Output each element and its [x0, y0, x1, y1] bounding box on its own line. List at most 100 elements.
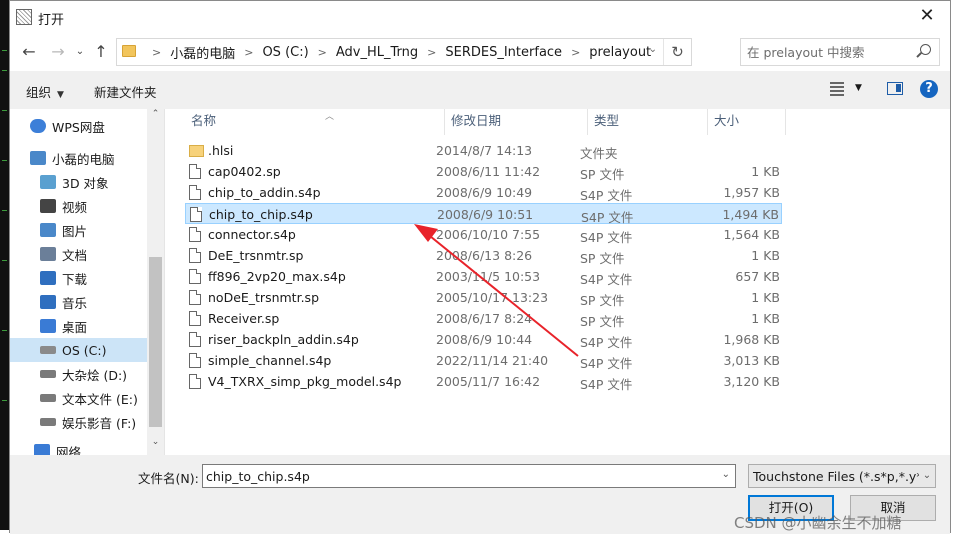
os-drive-icon — [40, 346, 56, 354]
search-input[interactable] — [747, 43, 912, 61]
network-icon — [34, 444, 50, 455]
file-type: S4P 文件 — [580, 335, 633, 350]
file-type: SP 文件 — [580, 167, 625, 182]
nav-item-label: 视频 — [62, 199, 88, 215]
nav-item[interactable]: 图片 — [10, 218, 147, 242]
scroll-down-icon[interactable]: ⌄ — [147, 437, 164, 447]
nav-item[interactable]: 音乐 — [10, 290, 147, 314]
file-name: ff896_2vp20_max.s4p — [208, 269, 346, 284]
file-icon — [189, 269, 201, 284]
file-type: SP 文件 — [580, 251, 625, 266]
file-name: chip_to_addin.s4p — [208, 185, 321, 200]
nav-item-label: 大杂烩 (D:) — [62, 367, 128, 383]
file-row[interactable]: chip_to_addin.s4p 2008/6/9 10:49 S4P 文件 1,9… — [185, 182, 782, 203]
up-button[interactable]: ↑ — [90, 42, 112, 62]
file-date: 2005/10/17 13:23 — [436, 290, 549, 305]
drive-icon — [40, 418, 56, 426]
file-row[interactable]: noDeE_trsnmtr.sp 2005/10/17 13:23 SP 文件 1 K… — [185, 287, 782, 308]
help-icon[interactable]: ? — [920, 80, 938, 98]
document-icon — [40, 247, 56, 261]
chevron-right-icon[interactable]: > — [318, 46, 327, 59]
nav-item[interactable]: 文本文件 (E:) — [10, 386, 147, 410]
nav-item[interactable]: 3D 对象 — [10, 170, 147, 194]
search-icon[interactable] — [920, 44, 931, 55]
nav-item[interactable]: 文档 — [10, 242, 147, 266]
nav-item[interactable]: 视频 — [10, 194, 147, 218]
nav-item[interactable]: 桌面 — [10, 314, 147, 338]
filename-input[interactable] — [206, 468, 706, 484]
file-row[interactable]: V4_TXRX_simp_pkg_model.s4p 2005/11/7 16:4… — [185, 371, 782, 392]
nav-item-label: 小磊的电脑 — [52, 151, 115, 167]
file-row[interactable]: simple_channel.s4p 2022/11/14 21:40 S4P 文件… — [185, 350, 782, 371]
refresh-button[interactable]: ↻ — [663, 39, 691, 65]
file-row[interactable]: chip_to_chip.s4p 2008/6/9 10:51 S4P 文件 1,49… — [185, 203, 782, 225]
column-date[interactable]: 修改日期 — [445, 109, 588, 135]
scroll-up-icon[interactable]: ⌃ — [147, 109, 164, 119]
app-icon — [16, 9, 32, 25]
file-icon — [189, 185, 201, 200]
file-row[interactable]: cap0402.sp 2008/6/11 11:42 SP 文件 1 KB — [185, 161, 782, 182]
back-button[interactable]: ← — [18, 42, 40, 62]
filename-combobox[interactable]: ⌄ — [202, 464, 736, 488]
breadcrumb-adv-hl-trng[interactable]: Adv_HL_Trng — [336, 45, 418, 60]
chevron-right-icon[interactable]: > — [427, 46, 436, 59]
nav-item[interactable]: WPS网盘 — [10, 114, 147, 138]
nav-item[interactable]: 娱乐影音 (F:) — [10, 410, 147, 434]
column-type[interactable]: 类型 — [588, 109, 708, 135]
file-row[interactable]: riser_backpln_addin.s4p 2008/6/9 10:44 S4P… — [185, 329, 782, 350]
file-size: 3,013 KB — [723, 353, 780, 368]
filename-label: 文件名(N): — [138, 471, 199, 486]
desktop-icon — [40, 319, 56, 333]
nav-item[interactable]: 小磊的电脑 — [10, 146, 147, 170]
nav-item[interactable]: OS (C:) — [10, 338, 147, 362]
breadcrumb-prelayout[interactable]: prelayout — [589, 45, 651, 60]
column-size[interactable]: 大小 — [708, 109, 786, 135]
file-row[interactable]: connector.s4p 2006/10/10 7:55 S4P 文件 1,564 … — [185, 224, 782, 245]
forward-button[interactable]: → — [47, 42, 69, 62]
view-options-icon[interactable] — [830, 82, 844, 96]
file-date: 2008/6/9 10:49 — [436, 185, 533, 200]
file-date: 2008/6/13 8:26 — [436, 248, 533, 263]
nav-item[interactable]: 下载 — [10, 266, 147, 290]
file-size: 1,957 KB — [723, 185, 780, 200]
scroll-thumb[interactable] — [149, 257, 162, 427]
file-date: 2005/11/7 16:42 — [436, 374, 541, 389]
close-button[interactable]: ✕ — [904, 1, 950, 33]
file-name: .hlsi — [208, 143, 234, 158]
column-name[interactable]: 名称 ︿ — [185, 109, 445, 135]
breadcrumb-computer[interactable]: 小磊的电脑 — [170, 43, 235, 62]
file-name: chip_to_chip.s4p — [209, 207, 313, 222]
view-dropdown-icon[interactable]: ▼ — [855, 83, 862, 93]
nav-item[interactable]: 大杂烩 (D:) — [10, 362, 147, 386]
chevron-right-icon[interactable]: > — [571, 46, 580, 59]
file-row[interactable]: .hlsi 2014/8/7 14:13 文件夹 — [185, 140, 782, 161]
file-row[interactable]: DeE_trsnmtr.sp 2008/6/13 8:26 SP 文件 1 KB — [185, 245, 782, 266]
chevron-right-icon[interactable]: > — [244, 46, 253, 59]
file-name: V4_TXRX_simp_pkg_model.s4p — [208, 374, 402, 389]
background-window-edge — [0, 0, 9, 540]
file-type-filter[interactable]: Touchstone Files (*.s*p,*.y*p, ⌄ — [748, 464, 936, 488]
new-folder-button[interactable]: 新建文件夹 — [94, 82, 157, 101]
file-type: S4P 文件 — [580, 272, 633, 287]
address-bar[interactable]: > 小磊的电脑 > OS (C:) > Adv_HL_Trng > SERDES… — [116, 38, 692, 66]
column-name-label: 名称 — [191, 113, 217, 128]
preview-pane-icon[interactable] — [887, 82, 903, 95]
navigation-scrollbar[interactable]: ⌃ ⌄ — [147, 109, 164, 455]
file-row[interactable]: Receiver.sp 2008/6/17 8:24 SP 文件 1 KB — [185, 308, 782, 329]
recent-dropdown-button[interactable]: ⌄ — [69, 42, 91, 62]
search-box[interactable] — [740, 38, 940, 66]
chevron-right-icon[interactable]: > — [152, 46, 161, 59]
organize-button[interactable]: 组织 ▼ — [26, 82, 64, 101]
nav-item[interactable]: 网络 — [10, 439, 147, 455]
file-size: 1,564 KB — [723, 227, 780, 242]
breadcrumb-serdes-interface[interactable]: SERDES_Interface — [445, 45, 562, 60]
file-icon — [189, 290, 201, 305]
file-icon — [190, 207, 202, 222]
address-history-dropdown[interactable]: ⌄ — [649, 44, 657, 55]
file-row[interactable]: ff896_2vp20_max.s4p 2003/11/5 10:53 S4P 文件… — [185, 266, 782, 287]
chevron-down-icon[interactable]: ⌄ — [722, 469, 730, 480]
nav-item-label: 3D 对象 — [62, 175, 109, 191]
file-type: S4P 文件 — [580, 356, 633, 371]
breadcrumb-os-drive[interactable]: OS (C:) — [262, 45, 308, 60]
chevron-down-icon[interactable]: ⌄ — [919, 465, 935, 487]
